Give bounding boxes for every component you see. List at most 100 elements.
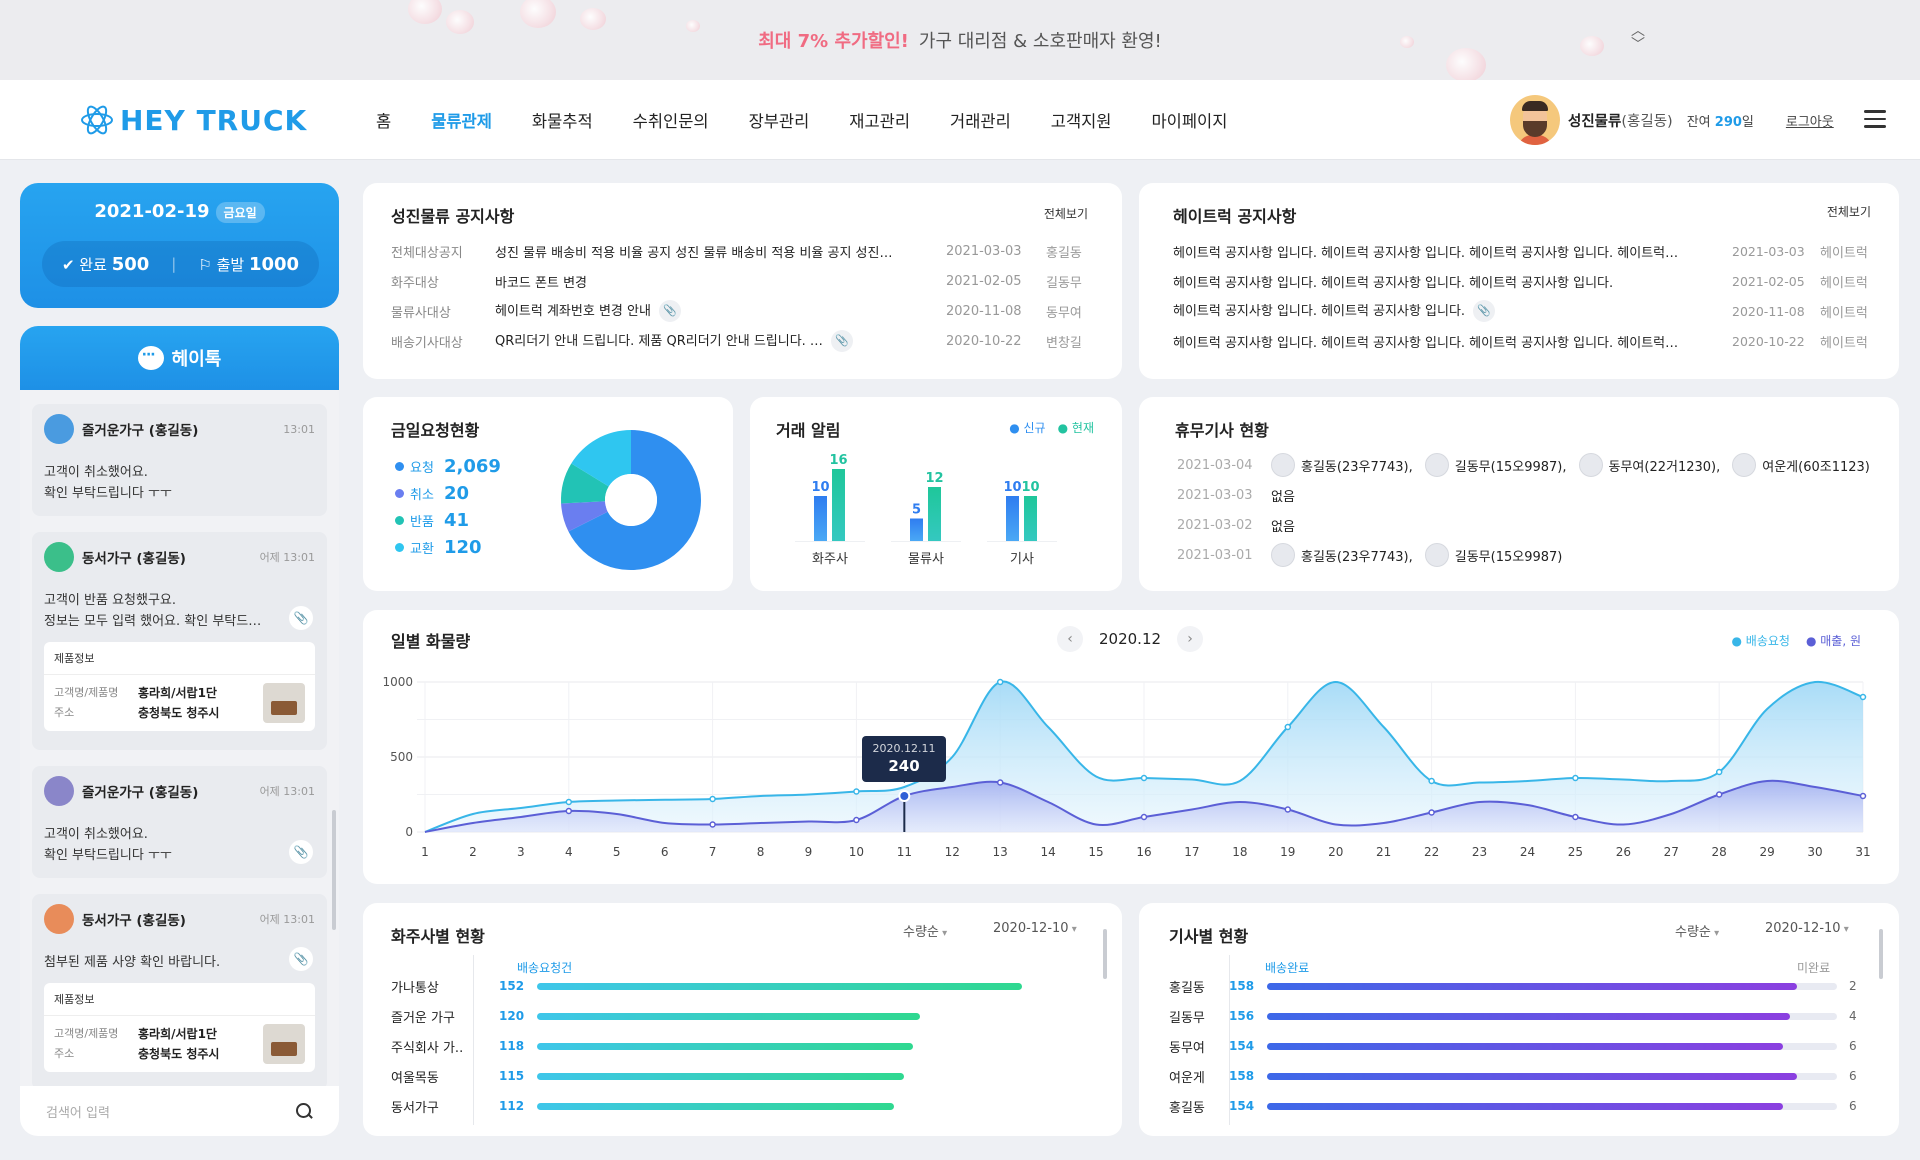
data-point <box>1140 774 1148 782</box>
category-label: 화주사 <box>812 552 848 567</box>
bar-track <box>1267 1042 1837 1050</box>
notice-row[interactable]: 물류사대상 헤이트럭 계좌번호 변경 안내 📎 2020-11-08 동무여 <box>391 296 1091 326</box>
paperclip-icon[interactable]: 📎 <box>830 330 853 353</box>
nav-support[interactable]: 고객지원 <box>1051 108 1112 132</box>
notice-row[interactable]: 화주대상 바코드 폰트 변경 2021-02-05 길동무 <box>391 266 1091 296</box>
data-point <box>853 816 860 824</box>
bar-row[interactable]: 동서가구 112 <box>391 1091 1111 1121</box>
driver-name: 길동무(15오9987), <box>1454 459 1567 475</box>
date-summary-card: 2021-02-19 금요일 ✔ 완료 500 | ⚐ 출발 1000 <box>20 183 339 308</box>
drivers-off-row: 2021-03-03 없음 <box>1177 480 1882 510</box>
bar-fill <box>1267 1072 1797 1080</box>
date-dropdown[interactable]: 2020-12-10 <box>1765 921 1849 936</box>
nav-home[interactable]: 홈 <box>376 108 391 132</box>
balance: 잔여 290일 <box>1686 114 1754 130</box>
nav-transactions[interactable]: 거래관리 <box>950 108 1011 132</box>
data-point <box>1572 774 1579 782</box>
card-title: 거래 알림 <box>776 421 841 440</box>
bar-value: 118 <box>499 1039 525 1053</box>
bar-row[interactable]: 주식회사 가.. 118 <box>391 1031 1111 1061</box>
bar-row[interactable]: 가나통상 152 <box>391 971 1111 1001</box>
avatar <box>1732 453 1757 477</box>
paperclip-icon[interactable]: 📎 <box>289 840 313 864</box>
trade-alert-card: 거래 알림 ● 신규 ● 현재 10 16 화주사 5 12 물류사 10 10 기사 <box>750 397 1122 591</box>
bar-row[interactable]: 즐거운 가구 120 <box>391 1001 1111 1031</box>
paperclip-icon[interactable]: 📎 <box>658 300 681 323</box>
x-tick-label: 10 <box>849 845 864 859</box>
avatar[interactable] <box>1510 95 1560 145</box>
trade-bar <box>814 496 827 541</box>
bar-value: 115 <box>499 1069 525 1083</box>
bar-row[interactable]: 홍길동 158 2 <box>1169 971 1857 1001</box>
logo[interactable]: HEY TRUCK <box>80 100 307 140</box>
x-tick-label: 18 <box>1232 845 1247 859</box>
paperclip-icon[interactable]: 📎 <box>289 606 313 630</box>
depart-stat: ⚐ 출발 1000 <box>198 253 300 275</box>
chat-message[interactable]: 즐거운가구 (홍길동) 어제 13:01 고객이 취소했어요. 확인 부탁드립니다 … <box>32 766 327 878</box>
nav-inventory[interactable]: 재고관리 <box>849 108 910 132</box>
legend-item: 반품 41 <box>395 507 501 534</box>
drivers-off-row: 2021-03-04 홍길동(23우7743), 길동무(15오9987), 동무여(… <box>1177 450 1882 480</box>
x-tick-label: 24 <box>1520 845 1535 859</box>
bar-value: 152 <box>499 979 525 993</box>
drivers-off-row: 2021-03-02 없음 <box>1177 510 1882 540</box>
nav-receiver-inquiry[interactable]: 수취인문의 <box>633 108 709 132</box>
bar-label: 가나통상 <box>391 980 439 996</box>
notice-row[interactable]: 배송기사대상 QR리더기 안내 드립니다. 제품 QR리더기 안내 드립니다. …… <box>391 326 1091 356</box>
x-tick-label: 23 <box>1472 845 1487 859</box>
bar-fill <box>1267 1012 1791 1020</box>
notice-row[interactable]: 전체대상공지 성진 물류 배송비 적용 비율 공지 성진 물류 배송비 적용 비율… <box>391 236 1091 266</box>
avatar <box>44 904 74 934</box>
bar-label: 길동무 <box>1169 1010 1205 1026</box>
paperclip-icon[interactable]: 📎 <box>1473 300 1496 323</box>
scrollbar[interactable] <box>1103 929 1107 979</box>
chat-bubble-icon <box>137 346 164 370</box>
scrollbar[interactable] <box>1879 929 1883 979</box>
view-all-link[interactable]: 전체보기 <box>1044 205 1088 222</box>
none-text: 없음 <box>1271 519 1295 535</box>
date-dropdown[interactable]: 2020-12-10 <box>993 921 1077 936</box>
notice-row[interactable]: 헤이트럭 공지사항 입니다. 헤이트럭 공지사항 입니다. 헤이트럭 공지사항 … <box>1173 266 1873 296</box>
notice-row[interactable]: 헤이트럭 공지사항 입니다. 헤이트럭 공지사항 입니다. 헤이트럭 공지사항 … <box>1173 326 1873 356</box>
drivers-off-row: 2021-03-01 홍길동(23우7743), 길동무(15오9987) <box>1177 540 1882 570</box>
product-info: 제품정보 고객명/제품명 주소 홍라희/서랍1단 충청북도 청주시 <box>44 642 315 731</box>
bar-row[interactable]: 홍길동 154 6 <box>1169 1091 1857 1121</box>
chat-search-input[interactable]: 검색어 입력 <box>20 1086 339 1136</box>
bar-row[interactable]: 동무여 154 6 <box>1169 1031 1857 1061</box>
avatar <box>44 776 74 806</box>
incomplete-count: 4 <box>1849 1009 1857 1023</box>
chat-scrollbar[interactable] <box>332 810 336 930</box>
banner-scroll-arrows-icon[interactable]: ︿ ﹀ <box>1626 24 1650 56</box>
search-icon[interactable] <box>295 1102 313 1120</box>
chat-message[interactable]: 동서가구 (홍길동) 어제 13:01 고객이 반품 요청했구요. 정보는 모두 입… <box>32 532 327 750</box>
chat-message[interactable]: 즐거운가구 (홍길동) 13:01 고객이 취소했어요. 확인 부탁드립니다 ㅜㅜ <box>32 404 327 516</box>
x-tick-label: 5 <box>613 845 621 859</box>
trade-legend: ● 신규 ● 현재 <box>1009 419 1094 436</box>
sort-dropdown[interactable]: 수량순 <box>903 921 947 940</box>
notice-row[interactable]: 헤이트럭 공지사항 입니다. 헤이트럭 공지사항 입니다. 📎 2020-11-08… <box>1173 296 1873 326</box>
notice-row[interactable]: 헤이트럭 공지사항 입니다. 헤이트럭 공지사항 입니다. 헤이트럭 공지사항 … <box>1173 236 1873 266</box>
bar-row[interactable]: 여운게 158 6 <box>1169 1061 1857 1091</box>
bar-row[interactable]: 여울목동 115 <box>391 1061 1111 1091</box>
data-point <box>1284 723 1292 731</box>
data-point <box>1572 813 1579 821</box>
product-thumbnail[interactable] <box>263 683 305 723</box>
nav-cargo-tracking[interactable]: 화물추적 <box>532 108 593 132</box>
view-all-link[interactable]: 전체보기 <box>1827 203 1871 220</box>
data-point <box>853 788 860 795</box>
logo-text: HEY TRUCK <box>120 103 308 137</box>
user-info: 성진물류(홍길동) 잔여 290일 로그아웃 <box>1510 94 1834 146</box>
notice-card-ht: 헤이트럭 공지사항 전체보기 헤이트럭 공지사항 입니다. 헤이트럭 공지사항 … <box>1139 183 1899 379</box>
product-thumbnail[interactable] <box>263 1024 305 1064</box>
nav-ledger[interactable]: 장부관리 <box>749 108 810 132</box>
bar-row[interactable]: 길동무 156 4 <box>1169 1001 1857 1031</box>
bar-value: 112 <box>499 1099 525 1113</box>
heytalk-title: 헤이톡 <box>171 349 222 370</box>
nav-logistics-control[interactable]: 물류관제 <box>431 108 492 132</box>
paperclip-icon[interactable]: 📎 <box>289 947 313 971</box>
chat-message[interactable]: 동서가구 (홍길동) 어제 13:01 첨부된 제품 사양 확인 바랍니다. 📎 제… <box>32 894 327 1090</box>
sort-dropdown[interactable]: 수량순 <box>1675 921 1719 940</box>
nav-mypage[interactable]: 마이페이지 <box>1152 108 1228 132</box>
hamburger-menu-icon[interactable] <box>1864 110 1886 128</box>
logout-link[interactable]: 로그아웃 <box>1786 111 1834 130</box>
